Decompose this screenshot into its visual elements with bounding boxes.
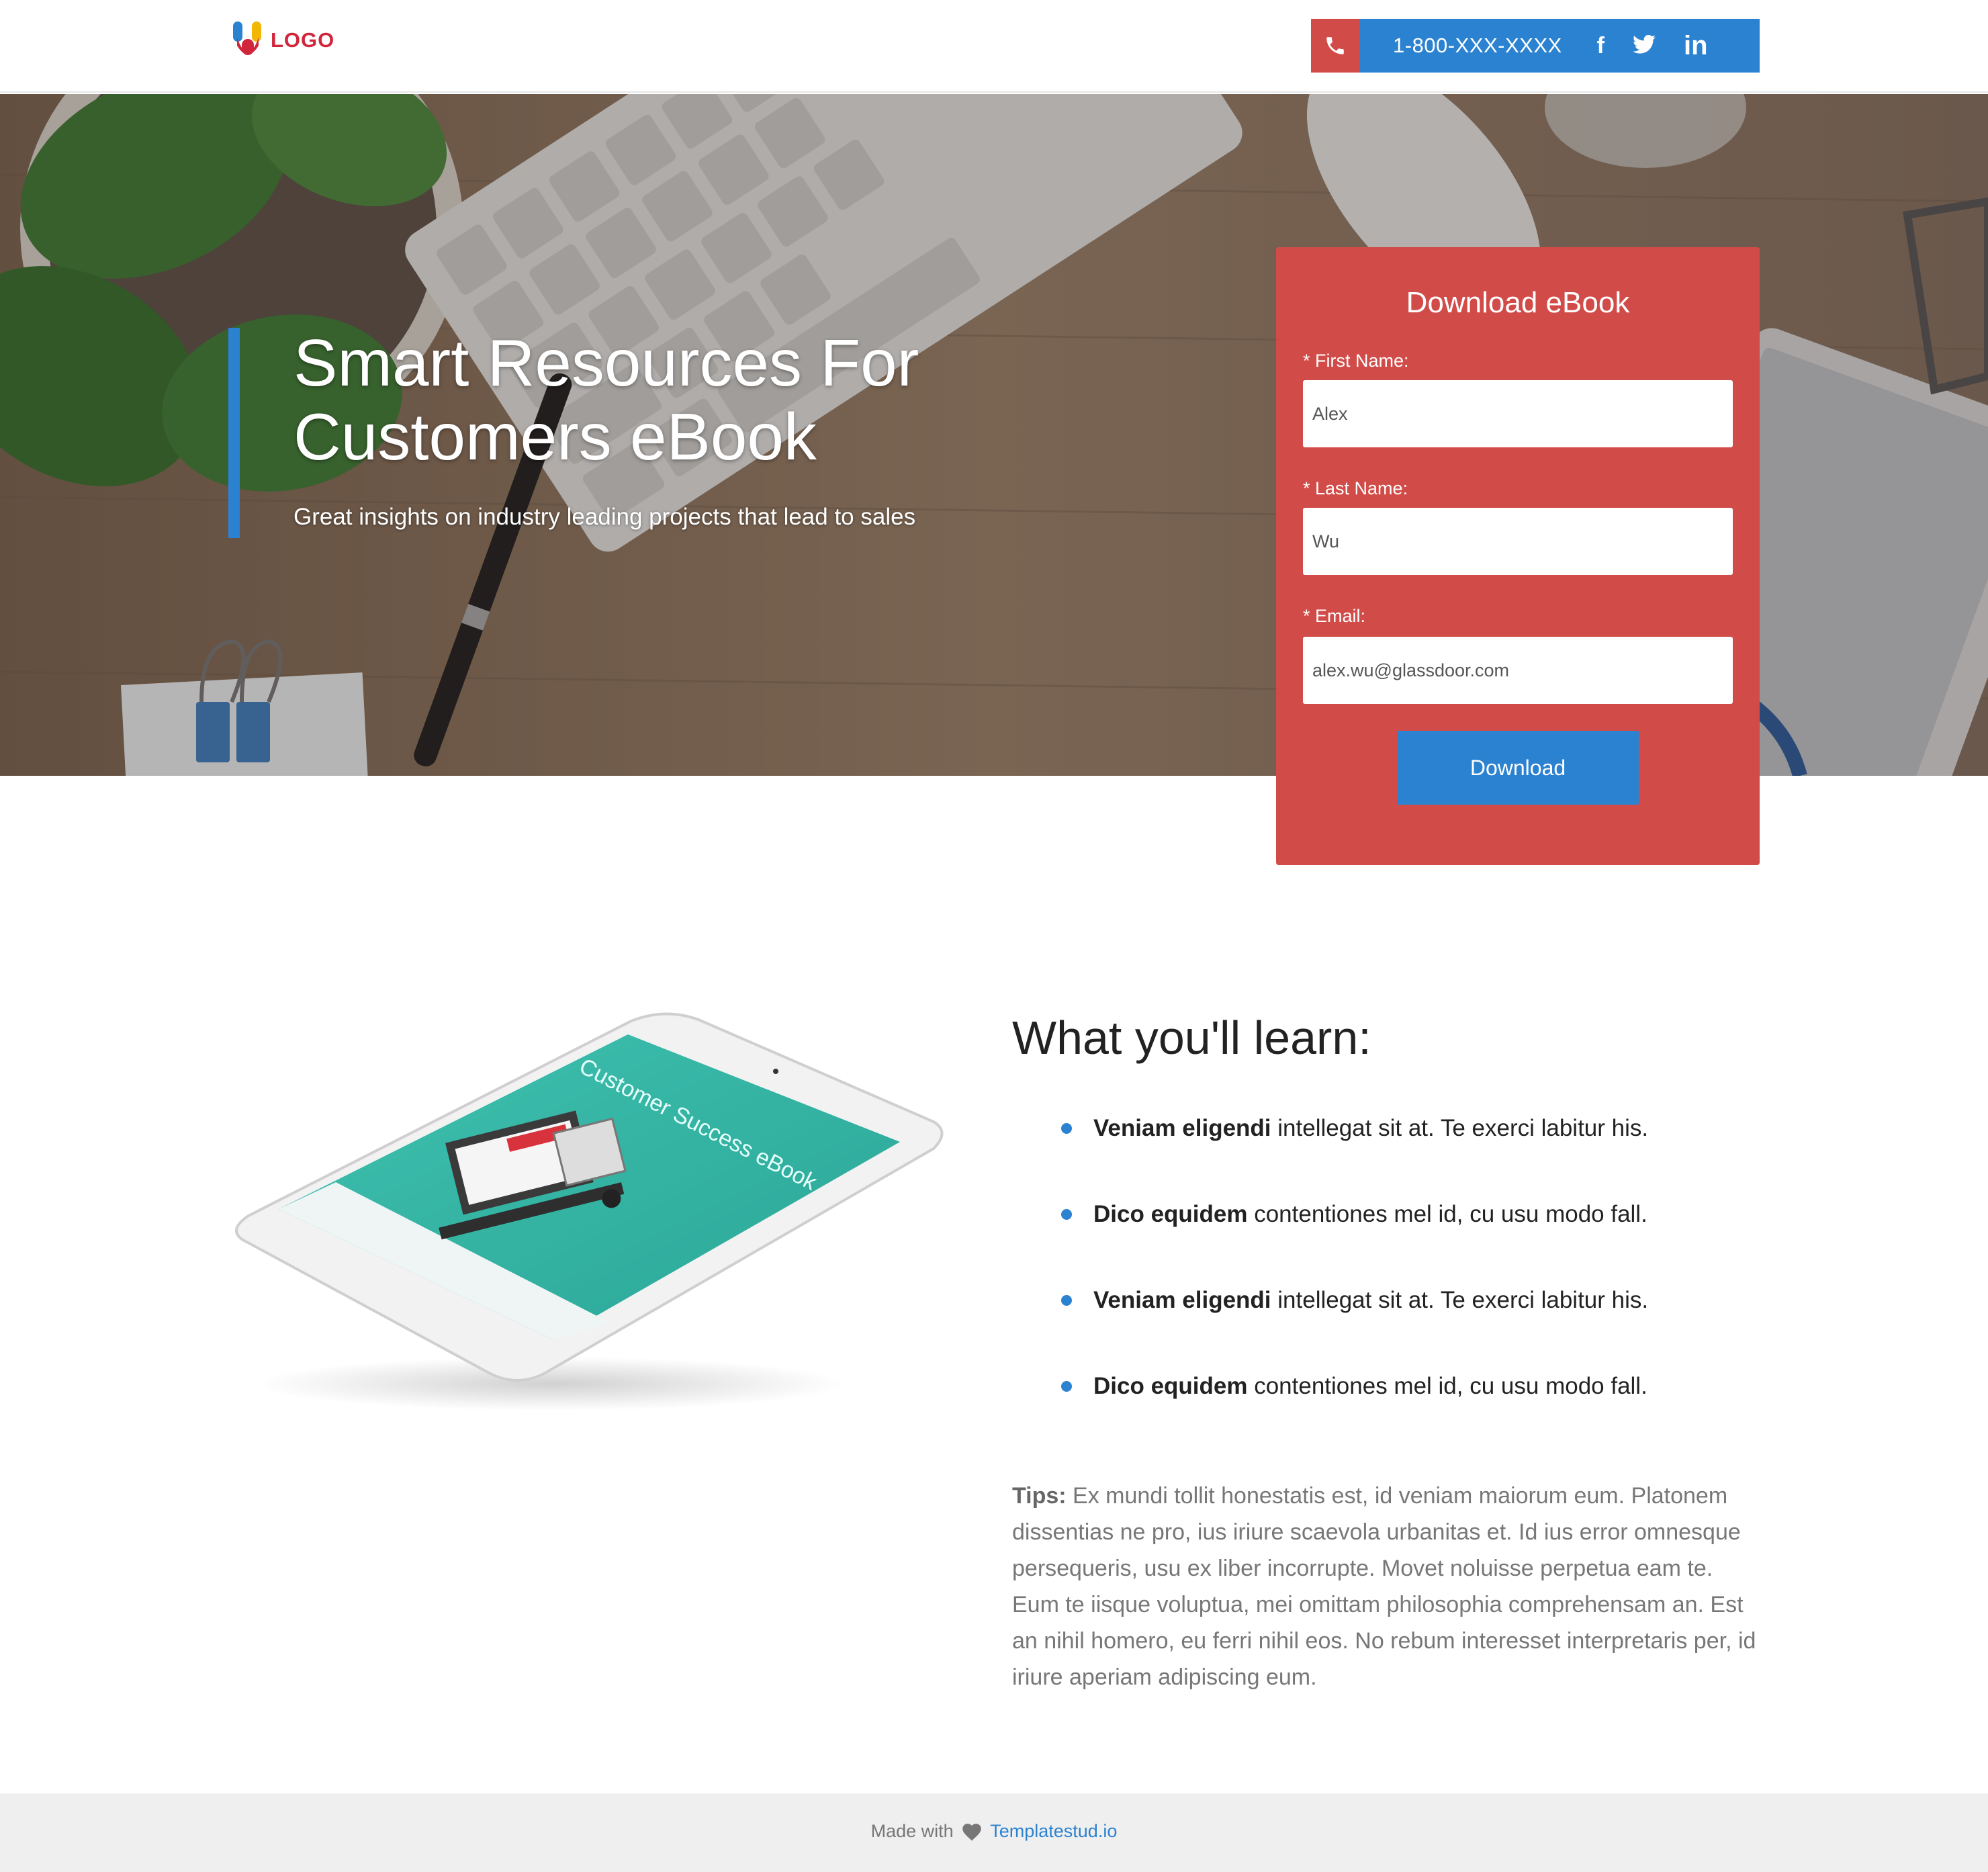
social-links: f in bbox=[1597, 31, 1708, 61]
logo[interactable]: LOGO bbox=[232, 19, 334, 62]
hero-accent-bar bbox=[228, 328, 240, 538]
download-button[interactable]: Download bbox=[1397, 731, 1639, 805]
list-item: Veniam eligendi intellegat sit at. Te ex… bbox=[1061, 1279, 1648, 1365]
list-item-text: contentiones mel id, cu usu modo fall. bbox=[1247, 1201, 1647, 1227]
last-name-field[interactable] bbox=[1303, 508, 1733, 575]
list-item: Veniam eligendi intellegat sit at. Te ex… bbox=[1061, 1107, 1648, 1193]
list-item: Dico equidem contentiones mel id, cu usu… bbox=[1061, 1365, 1648, 1451]
list-item-bold: Veniam eligendi bbox=[1093, 1287, 1271, 1313]
contact-bar: 1-800-XXX-XXXX f in bbox=[1311, 19, 1760, 73]
list-item-text: intellegat sit at. Te exerci labitur his… bbox=[1271, 1115, 1649, 1141]
logo-text: LOGO bbox=[271, 28, 335, 52]
form-title: Download eBook bbox=[1406, 286, 1630, 319]
linkedin-icon[interactable]: in bbox=[1684, 31, 1708, 61]
list-item-bold: Dico equidem bbox=[1093, 1201, 1248, 1227]
phone-number[interactable]: 1-800-XXX-XXXX bbox=[1393, 34, 1562, 58]
email-field[interactable] bbox=[1303, 637, 1733, 704]
hero-title: Smart Resources For Customers eBook bbox=[293, 326, 919, 474]
twitter-icon[interactable] bbox=[1633, 34, 1656, 58]
facebook-icon[interactable]: f bbox=[1597, 33, 1605, 59]
phone-icon-box bbox=[1311, 19, 1359, 73]
tablet-image: Customer Success eBook bbox=[235, 1012, 944, 1411]
heart-icon bbox=[962, 1824, 981, 1841]
bullet-icon bbox=[1061, 1209, 1072, 1220]
learn-list: Veniam eligendi intellegat sit at. Te ex… bbox=[1061, 1107, 1648, 1451]
learn-title: What you'll learn: bbox=[1012, 1012, 1371, 1064]
list-item: Dico equidem contentiones mel id, cu usu… bbox=[1061, 1193, 1648, 1279]
footer-made-with: Made with bbox=[870, 1821, 954, 1841]
bullet-icon bbox=[1061, 1295, 1072, 1306]
site-header: LOGO 1-800-XXX-XXXX f in bbox=[0, 0, 1988, 93]
list-item-text: contentiones mel id, cu usu modo fall. bbox=[1247, 1373, 1647, 1399]
bullet-icon bbox=[1061, 1123, 1072, 1134]
tips-label: Tips: bbox=[1012, 1483, 1067, 1509]
footer-link[interactable]: Templatestud.io bbox=[990, 1821, 1117, 1841]
email-label: * Email: bbox=[1303, 606, 1366, 626]
site-footer: Made with Templatestud.io bbox=[0, 1793, 1988, 1872]
logo-mark-icon bbox=[233, 21, 261, 55]
hero-subtitle: Great insights on industry leading proje… bbox=[293, 504, 916, 530]
bullet-icon bbox=[1061, 1381, 1072, 1392]
list-item-text: intellegat sit at. Te exerci labitur his… bbox=[1271, 1287, 1649, 1313]
footer-credit: Made with Templatestud.io bbox=[0, 1821, 1988, 1842]
tips-paragraph: Tips: Ex mundi tollit honestatis est, id… bbox=[1012, 1478, 1761, 1695]
first-name-field[interactable] bbox=[1303, 380, 1733, 447]
phone-icon bbox=[1326, 37, 1344, 54]
list-item-bold: Dico equidem bbox=[1093, 1373, 1248, 1399]
tips-text: Ex mundi tollit honestatis est, id venia… bbox=[1012, 1483, 1756, 1690]
last-name-label: * Last Name: bbox=[1303, 478, 1408, 498]
first-name-label: * First Name: bbox=[1303, 351, 1409, 371]
list-item-bold: Veniam eligendi bbox=[1093, 1115, 1271, 1141]
download-form: Download eBook * First Name: * Last Name… bbox=[1276, 247, 1760, 865]
